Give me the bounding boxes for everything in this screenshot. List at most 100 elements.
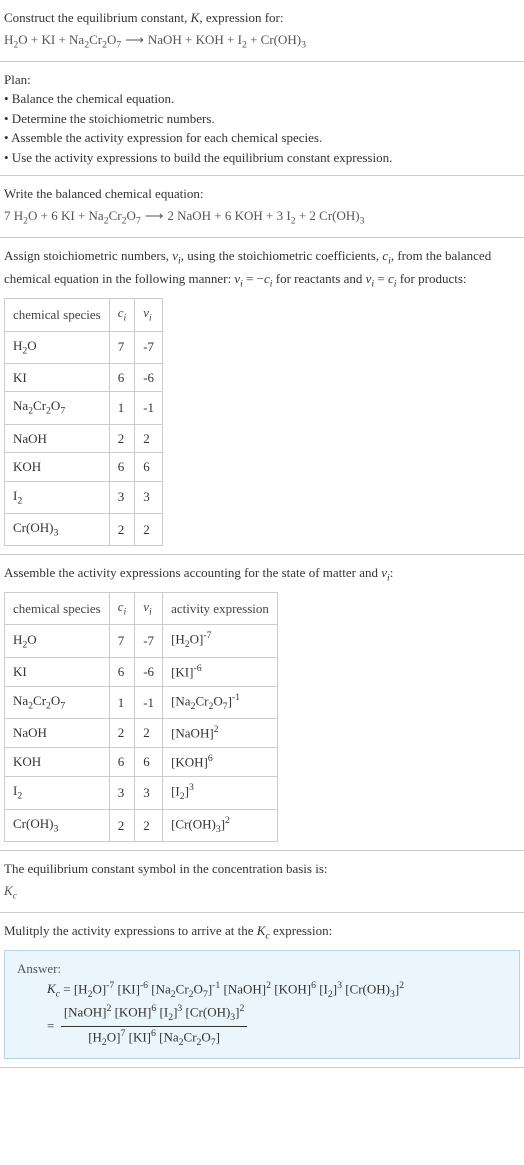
balanced-section: Write the balanced chemical equation: 7 … [0,176,524,238]
balanced-equation: 7 H2O + 6 KI + Na2Cr2O7⟶2 NaOH + 6 KOH +… [4,206,520,229]
cell: 7 [109,331,135,363]
cell: 6 [109,363,135,392]
cell: I2 [5,481,110,513]
cell: 1 [109,392,135,424]
table-row: I233 [5,481,163,513]
cell: H2O [5,331,110,363]
balanced-title: Write the balanced chemical equation: [4,184,520,204]
cell: Na2Cr2O7 [5,686,110,719]
plan-section: Plan: • Balance the chemical equation. •… [0,62,524,177]
cell: -1 [135,392,163,424]
table-row: KOH66 [5,453,163,482]
cell: 2 [109,424,135,453]
answer-label: Answer: [17,959,507,979]
cell: KOH [5,748,110,777]
cell: KI [5,657,110,686]
assign-prod: for products: [396,271,466,286]
col-vi: νi [135,299,163,331]
plan-bullet-1: • Balance the chemical equation. [4,89,520,109]
assign-section: Assign stoichiometric numbers, νi, using… [0,238,524,555]
assign-text: Assign stoichiometric numbers, νi, using… [4,246,520,292]
cell: 6 [135,748,163,777]
table-row: KOH66[KOH]6 [5,748,278,777]
symbol-section: The equilibrium constant symbol in the c… [0,851,524,913]
header-text-a: Construct the equilibrium constant, [4,10,191,25]
table-stoich: chemical species ci νi H2O7-7 KI6-6 Na2C… [4,298,163,546]
cell: [Cr(OH)3]2 [163,809,278,842]
cell: 6 [109,657,135,686]
cell: Na2Cr2O7 [5,392,110,424]
kc-symbol: Kc [4,881,520,904]
cell: 3 [135,776,163,809]
col-ci: ci [109,299,135,331]
cell: 2 [135,719,163,748]
plan-bullet-2: • Determine the stoichiometric numbers. [4,109,520,129]
header-line1: Construct the equilibrium constant, K, e… [4,8,520,28]
plan-title: Plan: [4,70,520,90]
cell: 2 [109,719,135,748]
cell: 2 [135,424,163,453]
col-vi: νi [135,593,163,625]
cell: 2 [109,513,135,545]
answer-box: Answer: Kc = [H2O]-7 [KI]-6 [Na2Cr2O7]-1… [4,950,520,1059]
assign-react: for reactants and [273,271,366,286]
table-row: Cr(OH)322[Cr(OH)3]2 [5,809,278,842]
cell: 1 [109,686,135,719]
col-ci: ci [109,593,135,625]
col-species: chemical species [5,593,110,625]
fraction-numerator: [NaOH]2 [KOH]6 [I2]3 [Cr(OH)3]2 [61,1002,248,1027]
cell: H2O [5,625,110,658]
col-species: chemical species [5,299,110,331]
table-row: Na2Cr2O71-1 [5,392,163,424]
cell: -7 [135,625,163,658]
table-row: NaOH22[NaOH]2 [5,719,278,748]
cell: [Na2Cr2O7]-1 [163,686,278,719]
table-row: chemical species ci νi activity expressi… [5,593,278,625]
cell: [NaOH]2 [163,719,278,748]
cell: 6 [135,453,163,482]
cell: Cr(OH)3 [5,513,110,545]
cell: [I2]3 [163,776,278,809]
header-section: Construct the equilibrium constant, K, e… [0,0,524,62]
cell: I2 [5,776,110,809]
cell: 6 [109,453,135,482]
fraction: [NaOH]2 [KOH]6 [I2]3 [Cr(OH)3]2 [H2O]7 [… [61,1002,248,1050]
cell: 3 [109,776,135,809]
multiply-post: expression: [270,923,332,938]
cell: 2 [135,513,163,545]
cell: 2 [135,809,163,842]
table-row: H2O7-7 [5,331,163,363]
assign-pre: Assign stoichiometric numbers, [4,248,172,263]
table-activity: chemical species ci νi activity expressi… [4,592,278,842]
unbalanced-equation: H2O + KI + Na2Cr2O7⟶NaOH + KOH + I2 + Cr… [4,30,520,53]
cell: Cr(OH)3 [5,809,110,842]
cell: 7 [109,625,135,658]
cell: 6 [109,748,135,777]
cell: 2 [109,809,135,842]
table-row: chemical species ci νi [5,299,163,331]
plan-bullet-3: • Assemble the activity expression for e… [4,128,520,148]
table-row: H2O7-7[H2O]-7 [5,625,278,658]
activity-text: Assemble the activity expressions accoun… [4,563,520,586]
activity-section: Assemble the activity expressions accoun… [0,555,524,851]
cell: 3 [135,481,163,513]
col-activity: activity expression [163,593,278,625]
symbol-text: The equilibrium constant symbol in the c… [4,859,520,879]
header-text-b: , expression for: [199,10,283,25]
cell: [KOH]6 [163,748,278,777]
cell: -6 [135,363,163,392]
table-row: Cr(OH)322 [5,513,163,545]
cell: NaOH [5,424,110,453]
activity-pre: Assemble the activity expressions accoun… [4,565,381,580]
fraction-denominator: [H2O]7 [KI]6 [Na2Cr2O7] [61,1027,248,1051]
table-row: KI6-6[KI]-6 [5,657,278,686]
cell: -6 [135,657,163,686]
cell: [H2O]-7 [163,625,278,658]
cell: NaOH [5,719,110,748]
multiply-pre: Mulitply the activity expressions to arr… [4,923,257,938]
answer-expression: Kc = [H2O]-7 [KI]-6 [Na2Cr2O7]-1 [NaOH]2… [47,979,507,1051]
multiply-text: Mulitply the activity expressions to arr… [4,921,520,944]
table-row: NaOH22 [5,424,163,453]
cell: [KI]-6 [163,657,278,686]
table-row: KI6-6 [5,363,163,392]
